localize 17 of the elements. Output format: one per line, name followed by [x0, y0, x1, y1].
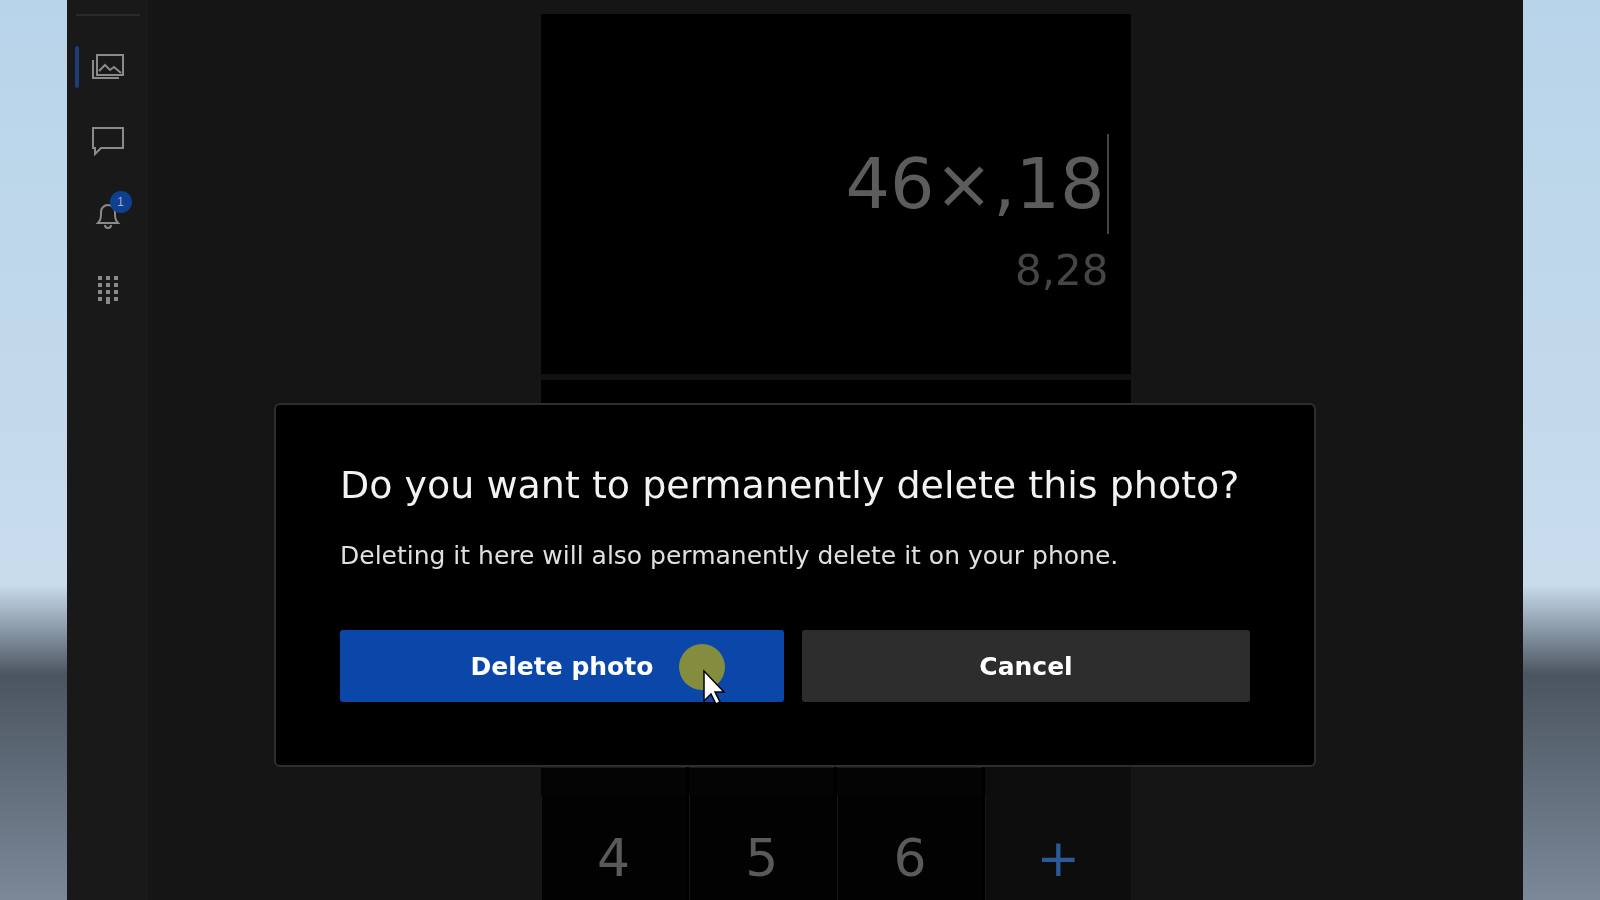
notification-badge: 1 — [109, 190, 132, 213]
calculator-key[interactable] — [540, 767, 686, 795]
calculator-key[interactable] — [688, 767, 834, 795]
dialog-message: Deleting it here will also permanently delete it on your phone. — [340, 541, 1120, 570]
photos-icon — [90, 53, 125, 81]
cancel-button[interactable]: Cancel — [802, 630, 1250, 702]
delete-button[interactable]: Delete photo — [340, 630, 784, 702]
operator-key[interactable]: + — [985, 795, 1131, 900]
calculator-result: 8,28 — [1015, 245, 1109, 295]
calculator-key[interactable] — [837, 767, 983, 795]
sidebar-item[interactable]: 1 — [67, 192, 148, 238]
dialog-title: Do you want to permanently delete this photo? — [340, 463, 1241, 507]
calculator-key[interactable] — [985, 767, 1131, 795]
mouse-pointer-icon — [678, 643, 728, 705]
calculator-expression: 46×,18 — [845, 148, 1105, 219]
dialpad-icon — [95, 274, 120, 304]
message-icon — [90, 126, 125, 156]
